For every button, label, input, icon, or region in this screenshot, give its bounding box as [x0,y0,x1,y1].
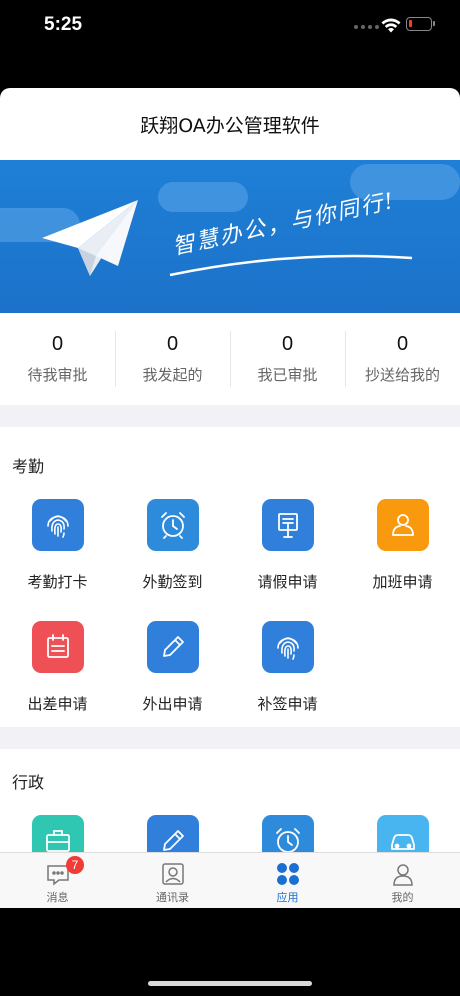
app-sheet: 跃翔OA办公管理软件 智慧办公，与你同行! 0 待我审批 0 我发起的 0 我已… [0,88,460,907]
stat-label: 我已审批 [257,366,318,384]
stat-initiated[interactable]: 0 我发起的 [115,313,230,405]
app-label: 出差申请 [27,695,88,713]
attendance-app-grid: 考勤打卡 外勤签到 请假申请 加班申请 出差申请 外出申请 补签申请 [0,483,460,727]
stat-count: 0 [51,333,64,355]
tab-label: 通讯录 [156,891,189,904]
tab-apps[interactable]: 应用 [230,853,345,908]
fingerprint-icon [31,499,84,551]
apps-grid-icon [276,863,299,885]
navigation-header: 跃翔OA办公管理软件 [0,88,460,160]
tab-me[interactable]: 我的 [345,853,460,908]
tab-label: 应用 [276,891,299,904]
alarm-clock-icon [146,499,199,551]
fingerprint-icon [261,621,314,673]
section-title-attendance: 考勤 [12,457,45,476]
app-business-trip[interactable]: 出差申请 [0,605,115,727]
cellular-signal-icon [354,25,379,29]
tab-bar: 7 消息 通讯录 应用 我的 [0,852,460,908]
tab-label: 消息 [46,891,69,904]
stat-label: 我发起的 [142,366,203,384]
unread-badge: 7 [66,856,84,874]
stat-count: 0 [166,333,179,355]
paper-plane-icon [42,200,138,276]
banner[interactable]: 智慧办公，与你同行! [0,160,460,313]
pencil-icon [146,621,199,673]
battery-icon [406,17,435,31]
tab-contacts[interactable]: 通讯录 [115,853,230,908]
page-title: 跃翔OA办公管理软件 [140,114,320,137]
contacts-icon [161,863,184,885]
stat-count: 0 [281,333,294,355]
app-leave-request[interactable]: 请假申请 [230,483,345,605]
person-icon [392,864,413,886]
app-label: 补签申请 [257,695,318,713]
section-divider [0,405,460,427]
tab-messages[interactable]: 7 消息 [0,853,115,908]
wifi-icon [381,18,401,33]
stat-cc-to-me[interactable]: 0 抄送给我的 [345,313,460,405]
signboard-icon [261,499,314,551]
app-makeup-checkin[interactable]: 补签申请 [230,605,345,727]
app-label: 请假申请 [257,573,318,591]
app-label: 考勤打卡 [27,573,88,591]
home-indicator[interactable] [148,981,312,986]
stat-label: 抄送给我的 [364,366,440,384]
stat-approved[interactable]: 0 我已审批 [230,313,345,405]
user-icon [376,499,429,551]
app-overtime-request[interactable]: 加班申请 [345,483,460,605]
app-label: 加班申请 [372,573,433,591]
app-label: 外出申请 [142,695,203,713]
stat-pending-approval[interactable]: 0 待我审批 [0,313,115,405]
status-bar: 5:25 [0,0,460,60]
app-clock-in[interactable]: 考勤打卡 [0,483,115,605]
calendar-icon [31,621,84,673]
stat-count: 0 [396,333,409,355]
app-outing-request[interactable]: 外出申请 [115,605,230,727]
app-label: 外勤签到 [142,573,203,591]
tab-label: 我的 [391,891,414,904]
app-field-checkin[interactable]: 外勤签到 [115,483,230,605]
approval-stats: 0 待我审批 0 我发起的 0 我已审批 0 抄送给我的 [0,313,460,405]
section-title-administration: 行政 [12,773,45,792]
status-time: 5:25 [44,14,83,35]
section-divider [0,727,460,749]
stat-label: 待我审批 [27,366,88,384]
